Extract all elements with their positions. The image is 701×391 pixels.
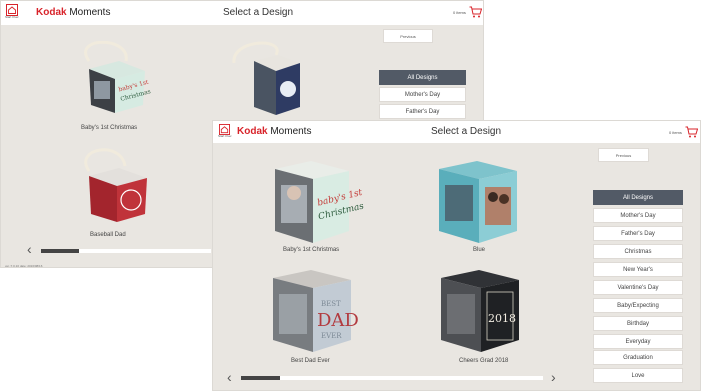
previous-button[interactable]: Previous	[383, 29, 433, 43]
scrollbar-track[interactable]	[41, 249, 211, 253]
product-name: Cheers Grad 2018	[459, 358, 509, 364]
front-screen: Start Over Kodak Moments Select a Design…	[212, 120, 701, 391]
product-name: Baseball Dad	[90, 232, 126, 238]
category-graduation[interactable]: Graduation	[593, 350, 683, 365]
product-card[interactable]: BEST DAD EVER Best Dad Ever	[265, 266, 375, 366]
cart-button[interactable]: 0 items	[669, 126, 698, 138]
product-thumbnail: baby's 1st Christmas	[84, 41, 152, 113]
cube-text-dad: DAD	[317, 310, 359, 331]
category-mothers-day[interactable]: Mother's Day	[593, 208, 683, 223]
product-thumbnail	[84, 148, 147, 222]
cart-button[interactable]: 0 items	[453, 6, 482, 18]
product-name: Baby's 1st Christmas	[283, 247, 340, 253]
home-button[interactable]: Start Over	[5, 4, 19, 19]
brand-suffix: Moments	[66, 7, 111, 18]
brand-name: Kodak	[36, 7, 67, 18]
page-title: Select a Design	[431, 126, 502, 137]
product-thumbnail: baby's 1st Christmas	[275, 161, 365, 243]
top-bar: Start Over Kodak Moments Select a Design…	[1, 1, 483, 25]
category-fathers-day[interactable]: Father's Day	[379, 104, 466, 119]
previous-button[interactable]: Previous	[598, 148, 649, 162]
top-bar: Start Over Kodak Moments Select a Design…	[213, 121, 700, 143]
home-button[interactable]: Start Over	[218, 124, 232, 138]
brand-suffix: Moments	[267, 126, 312, 137]
category-all-designs[interactable]: All Designs	[379, 70, 466, 85]
product-card[interactable]: 2018 Cheers Grad 2018	[433, 266, 543, 366]
product-card[interactable]: baby's 1st Christmas Baby's 1st Christma…	[61, 41, 161, 136]
cube-text-best: BEST	[321, 300, 341, 308]
scrollbar-thumb[interactable]	[241, 376, 281, 380]
cart-count: 0 items	[453, 9, 466, 15]
product-name: Best Dad Ever	[291, 358, 330, 364]
cart-icon	[469, 6, 482, 18]
product-thumbnail	[232, 41, 300, 115]
brand-logo: Kodak Moments	[36, 7, 110, 18]
scrollbar-track[interactable]	[241, 376, 543, 380]
category-mothers-day[interactable]: Mother's Day	[379, 87, 466, 102]
category-valentines-day[interactable]: Valentine's Day	[593, 280, 683, 295]
product-card[interactable]: baby's 1st Christmas Baby's 1st Christma…	[265, 157, 365, 257]
cart-icon	[685, 126, 698, 138]
category-fathers-day[interactable]: Father's Day	[593, 226, 683, 241]
cube-text-ever: EVER	[321, 332, 342, 340]
chevron-left-icon[interactable]: ‹	[227, 369, 232, 385]
category-christmas[interactable]: Christmas	[593, 244, 683, 259]
product-card[interactable]	[216, 41, 316, 116]
product-thumbnail: BEST DAD EVER	[273, 270, 359, 352]
product-card[interactable]: Blue	[431, 157, 531, 257]
cart-count: 0 items	[669, 129, 682, 135]
home-label: Start Over	[5, 15, 19, 19]
scrollbar-thumb[interactable]	[41, 249, 79, 253]
category-everyday[interactable]: Everyday	[593, 334, 683, 349]
chevron-right-icon[interactable]: ›	[551, 369, 556, 385]
cube-text-year: 2018	[488, 312, 516, 325]
brand-name: Kodak	[237, 126, 268, 137]
category-love[interactable]: Love	[593, 368, 683, 383]
product-card[interactable]: Baseball Dad	[61, 146, 161, 241]
brand-logo: Kodak Moments	[237, 126, 311, 137]
page-title: Select a Design	[223, 7, 294, 18]
chevron-left-icon[interactable]: ‹	[27, 241, 32, 257]
product-name: Blue	[473, 247, 486, 253]
category-birthday[interactable]: Birthday	[593, 316, 683, 331]
product-thumbnail	[439, 161, 517, 243]
product-name: Baby's 1st Christmas	[81, 125, 138, 131]
category-baby-expecting[interactable]: Baby/Expecting	[593, 298, 683, 313]
category-new-years[interactable]: New Year's	[593, 262, 683, 277]
category-all-designs[interactable]: All Designs	[593, 190, 683, 205]
home-label: Start Over	[218, 134, 232, 138]
product-thumbnail: 2018	[441, 270, 519, 352]
version-info: ver.:7.0.10 date: 2016/08/16	[5, 264, 43, 268]
